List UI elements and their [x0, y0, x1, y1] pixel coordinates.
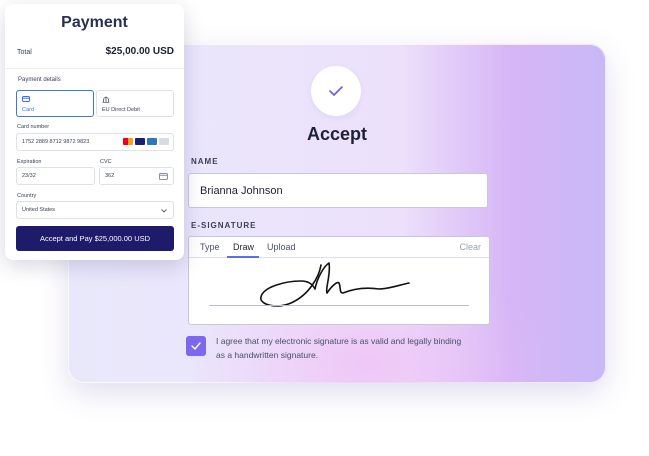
agree-text: I agree that my electronic signature is …	[216, 336, 462, 360]
expiration-label: Expiration	[17, 159, 42, 165]
card-number-value: 1752 2889 8712 9872 9823	[22, 139, 90, 145]
cvc-label: CVC	[100, 159, 112, 165]
tab-draw[interactable]: Draw	[233, 242, 254, 252]
method-eu-label: EU Direct Debit	[102, 107, 140, 113]
checkmark-icon	[191, 342, 201, 350]
divider	[5, 68, 184, 69]
country-value: United States	[22, 207, 56, 213]
country-select[interactable]: United States	[16, 201, 174, 219]
e-signature-label: E-SIGNATURE	[191, 221, 257, 230]
discover-icon	[159, 138, 169, 145]
mastercard-icon	[123, 138, 133, 145]
total-label: Total	[17, 49, 32, 56]
expiration-value: 23/32	[22, 173, 36, 179]
accept-and-pay-button[interactable]: Accept and Pay $25,000.00 USD	[16, 226, 174, 251]
cvc-card-icon	[159, 173, 168, 180]
name-value: Brianna Johnson	[200, 184, 283, 197]
method-eu-direct-debit[interactable]: EU Direct Debit	[96, 90, 174, 117]
chevron-down-icon	[161, 209, 167, 213]
name-input[interactable]: Brianna Johnson	[188, 173, 488, 208]
method-card-label: Card	[22, 107, 34, 113]
total-value: $25,00.00 USD	[105, 46, 174, 57]
payment-details-label: Payment details	[18, 77, 61, 83]
agree-checkbox[interactable]	[186, 336, 206, 356]
name-label: NAME	[191, 157, 219, 166]
amex-icon	[147, 138, 157, 145]
cvc-value: 362	[105, 173, 115, 179]
country-label: Country	[17, 193, 37, 199]
tab-upload[interactable]: Upload	[267, 242, 296, 252]
drawn-signature	[260, 262, 410, 307]
cvc-input[interactable]: 362	[99, 167, 174, 185]
card-brands	[123, 138, 169, 145]
visa-icon	[135, 138, 145, 145]
tab-type[interactable]: Type	[200, 242, 220, 252]
signature-baseline	[209, 305, 469, 306]
payment-card: Payment Total $25,00.00 USD Payment deta…	[5, 4, 184, 260]
signature-tabs: Type Draw Upload Clear	[189, 237, 489, 258]
card-number-label: Card number	[17, 124, 50, 130]
method-card[interactable]: Card	[16, 90, 94, 117]
clear-signature-button[interactable]: Clear	[459, 242, 481, 252]
card-number-input[interactable]: 1752 2889 8712 9872 9823	[16, 133, 174, 151]
active-tab-indicator	[227, 256, 259, 258]
success-check-icon	[311, 66, 361, 116]
bank-icon	[102, 96, 110, 103]
signature-box[interactable]: Type Draw Upload Clear	[188, 236, 490, 325]
card-icon	[22, 96, 30, 102]
payment-title: Payment	[61, 14, 128, 31]
expiration-input[interactable]: 23/32	[16, 167, 95, 185]
